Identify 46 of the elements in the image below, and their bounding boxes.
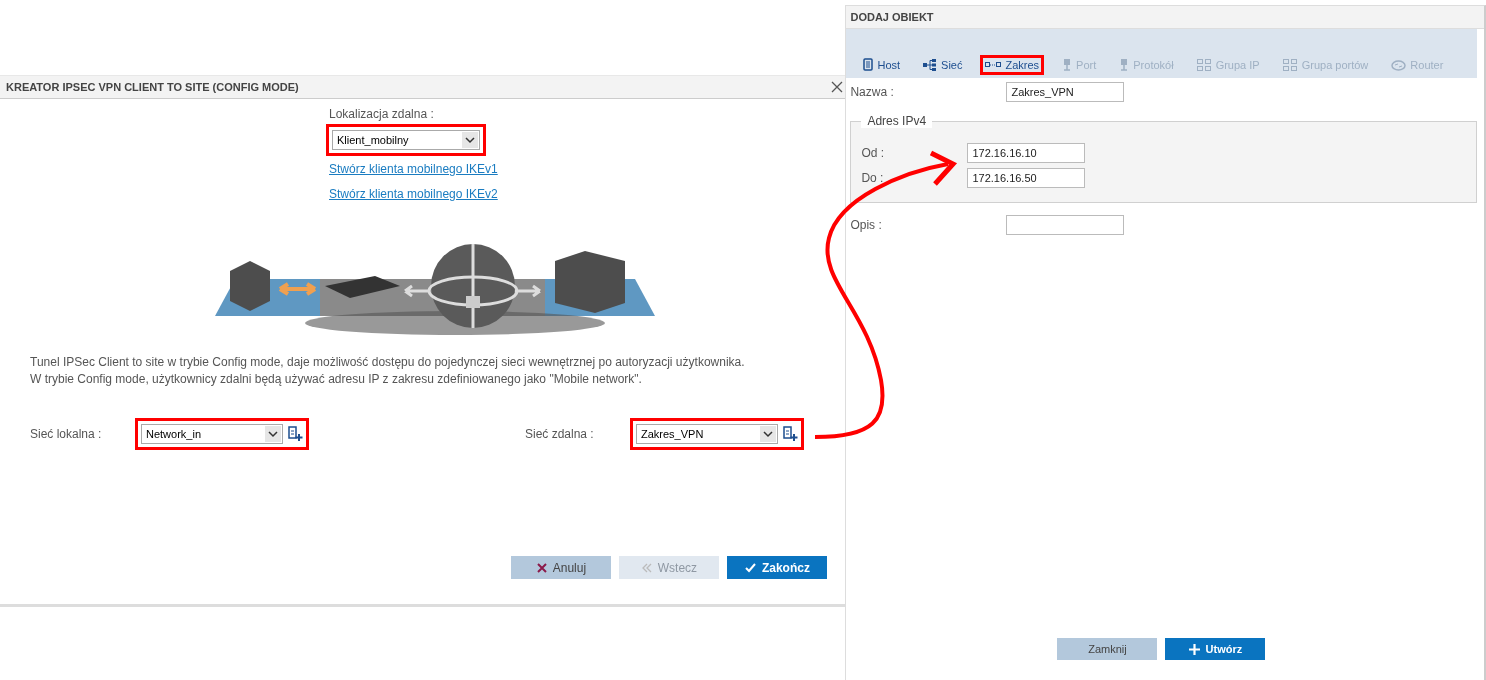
caret-icon xyxy=(462,132,478,148)
create-client-link[interactable]: Stwórz klienta mobilnego IKEv2 xyxy=(329,187,498,201)
double-chevron-icon xyxy=(641,562,652,573)
group-icon xyxy=(1196,59,1212,71)
network-icon xyxy=(923,59,938,71)
checkmark-icon xyxy=(744,562,756,573)
dialog-button[interactable]: Zamknij xyxy=(1057,638,1158,660)
add-object-icon[interactable] xyxy=(287,426,303,442)
close-icon xyxy=(536,562,547,573)
group-title: Adres IPv4 xyxy=(861,114,933,128)
field-label: Sieć zdalna : xyxy=(525,427,595,441)
end-address-field[interactable]: 172.16.16.50 xyxy=(967,167,1086,188)
range-icon xyxy=(985,62,1002,68)
description-field[interactable] xyxy=(1006,215,1125,235)
panel-title: DODAJ OBIEKT xyxy=(850,11,934,23)
plug-icon xyxy=(1062,58,1073,71)
plus-icon xyxy=(1188,643,1200,655)
network-dropdown[interactable]: Network_in xyxy=(141,424,283,444)
field-label: Od : xyxy=(861,145,886,160)
create-client-link[interactable]: Stwórz klienta mobilnego IKEv1 xyxy=(329,162,498,176)
field-label: Do : xyxy=(861,170,885,185)
dialog-button[interactable]: Utwórz xyxy=(1165,638,1266,660)
field-label: Sieć lokalna : xyxy=(30,427,103,441)
caret-icon xyxy=(760,426,776,442)
router-icon xyxy=(1391,59,1407,71)
object-type-tab[interactable]: Zakres xyxy=(980,55,1045,75)
name-field[interactable]: Zakres_VPN xyxy=(1006,82,1125,102)
group-icon xyxy=(1282,59,1298,71)
field-label: Nazwa : xyxy=(850,85,895,99)
wizard-button[interactable]: Zakończ xyxy=(727,556,828,579)
plug-icon xyxy=(1119,58,1130,71)
close-icon[interactable] xyxy=(831,81,844,93)
add-object-icon[interactable] xyxy=(782,426,798,442)
start-address-field[interactable]: 172.16.16.10 xyxy=(967,142,1086,163)
description-text: Tunel IPSec Client to site w trybie Config mode, daje możliwość dostępu do pojedynczej sieci wewnętrznej po autoryzacji użytkownika. xyxy=(30,354,746,371)
location-dropdown[interactable]: Klient_mobilny xyxy=(332,130,480,150)
network-dropdown[interactable]: Zakres_VPN xyxy=(636,424,778,444)
field-label: Lokalizacja zdalna : xyxy=(329,107,434,121)
description-text: W trybie Config mode, użytkownicy zdalni będą używać adresu IP z zakresu zdefiniowanego jako "Mobile network". xyxy=(30,371,643,388)
dialog-title: KREATOR IPSEC VPN CLIENT TO SITE (CONFIG MODE) xyxy=(6,81,299,93)
object-type-tab[interactable]: Host xyxy=(858,54,906,75)
field-label: Opis : xyxy=(850,218,883,232)
caret-icon xyxy=(265,426,281,442)
object-type-tab[interactable]: Sieć xyxy=(918,55,968,75)
server-icon xyxy=(863,58,874,71)
wizard-button[interactable]: Anuluj xyxy=(511,556,612,579)
